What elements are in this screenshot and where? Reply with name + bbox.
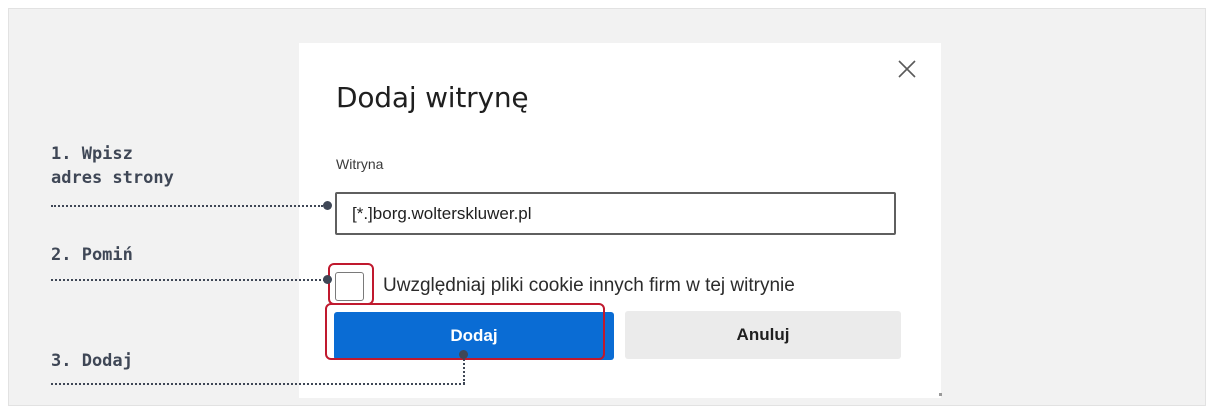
- resize-grip: [939, 393, 942, 396]
- dialog-title: Dodaj witrynę: [336, 81, 529, 114]
- cancel-button[interactable]: Anuluj: [625, 311, 901, 359]
- add-button[interactable]: Dodaj: [334, 312, 614, 360]
- site-url-input[interactable]: [335, 192, 896, 235]
- close-icon: [898, 60, 916, 78]
- close-button[interactable]: [895, 57, 919, 81]
- callout-step1-leader: [51, 205, 323, 207]
- callout-step1-line2: adres strony: [51, 168, 174, 188]
- site-field-label: Witryna: [336, 156, 384, 172]
- callout-step1-line1: 1. Wpisz: [51, 144, 133, 164]
- callout-step2-leader: [51, 279, 329, 281]
- callout-step3-leader: [51, 383, 465, 385]
- callout-step3-pin: [459, 350, 468, 359]
- screenshot-frame: 1. Wpisz adres strony 2. Pomiń 3. Dodaj …: [8, 8, 1206, 406]
- callout-step3-leader-vertical: [463, 356, 465, 384]
- callout-step1: 1. Wpisz adres strony: [51, 142, 174, 190]
- callout-step1-pin: [323, 201, 332, 210]
- add-site-dialog: Dodaj witrynę Witryna Uwzględniaj pliki …: [299, 43, 941, 398]
- callout-step2-pin: [323, 275, 332, 284]
- third-party-cookies-checkbox[interactable]: [335, 272, 364, 301]
- third-party-cookies-label: Uwzględniaj pliki cookie innych firm w t…: [383, 275, 795, 296]
- callout-step3: 3. Dodaj: [51, 351, 133, 371]
- callout-step2: 2. Pomiń: [51, 245, 133, 265]
